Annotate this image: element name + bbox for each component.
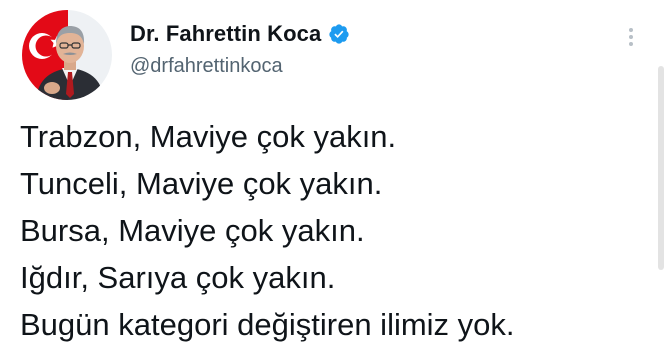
tweet-card: Dr. Fahrettin Koca @drfahrettinkoca Trab… (0, 0, 664, 354)
verified-badge-icon (328, 23, 350, 45)
avatar[interactable] (22, 10, 112, 100)
more-vertical-icon[interactable] (622, 24, 640, 50)
name-row: Dr. Fahrettin Koca (130, 20, 350, 48)
user-handle[interactable]: @drfahrettinkoca (130, 55, 350, 78)
profile-photo (22, 10, 112, 100)
display-name[interactable]: Dr. Fahrettin Koca (130, 21, 321, 47)
tweet-line: Bugün kategori değiştiren ilimiz yok. (20, 307, 515, 342)
tweet-line: Tunceli, Maviye çok yakın. (20, 166, 383, 201)
tweet-line: Iğdır, Sarıya çok yakın. (20, 260, 336, 295)
scrollbar[interactable] (658, 66, 664, 270)
author-block: Dr. Fahrettin Koca @drfahrettinkoca (130, 20, 350, 78)
tweet-line: Trabzon, Maviye çok yakın. (20, 119, 397, 154)
tweet-line: Bursa, Maviye çok yakın. (20, 213, 365, 248)
tweet-text: Trabzon, Maviye çok yakın. Tunceli, Mavi… (20, 113, 656, 348)
